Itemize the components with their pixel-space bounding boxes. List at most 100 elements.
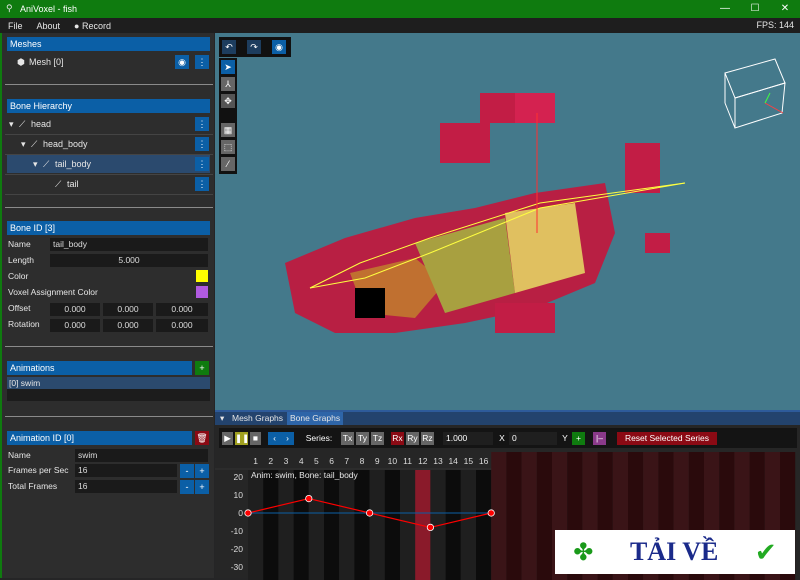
expand-arrow-icon[interactable]: ▾ xyxy=(33,155,38,173)
play-icon[interactable]: ▶ xyxy=(222,432,233,445)
app-icon: ⚲ xyxy=(6,3,13,13)
y-value-input[interactable]: 0 xyxy=(509,432,557,445)
animations-list: [0] swim xyxy=(7,377,210,401)
series-ty-button[interactable]: Ty xyxy=(356,432,369,445)
watermark-logo: ✤ TẢI VỀ ✔ xyxy=(555,530,795,574)
graph-tabs: ▾ Mesh Graphs Bone Graphs xyxy=(215,412,800,425)
expand-arrow-icon[interactable]: ▾ xyxy=(9,115,14,133)
fps-input[interactable]: 16 xyxy=(75,464,177,477)
mesh-item[interactable]: ⬢ Mesh [0] ◉ ⋮ xyxy=(7,53,210,71)
more-icon[interactable]: ⋮ xyxy=(195,157,209,171)
prev-frame-icon[interactable]: ‹ xyxy=(268,432,281,445)
offset-z-input[interactable]: 0.000 xyxy=(156,303,208,316)
fps-decrement-button[interactable]: - xyxy=(180,464,194,478)
offset-label: Offset xyxy=(8,303,31,313)
animation-item[interactable]: [0] swim xyxy=(7,377,210,389)
bone-color-swatch[interactable] xyxy=(196,270,208,282)
window-title: AniVoxel - fish xyxy=(20,4,78,14)
bone-label: tail xyxy=(67,179,79,189)
more-icon[interactable]: ⋮ xyxy=(195,177,209,191)
expand-arrow-icon[interactable]: ▾ xyxy=(21,135,26,153)
add-keyframe-button[interactable]: + xyxy=(572,432,585,445)
series-rx-button[interactable]: Rx xyxy=(391,432,404,445)
total-frames-input[interactable]: 16 xyxy=(75,480,177,493)
menu-about[interactable]: About xyxy=(37,21,61,31)
bone-item[interactable]: ⟋ tail ⋮ xyxy=(7,175,210,193)
animations-header: Animations xyxy=(7,361,192,375)
y-tick-label: -30 xyxy=(231,562,244,572)
bone-label: head xyxy=(31,119,52,129)
frame-label: 7 xyxy=(344,456,349,466)
total-frames-label: Total Frames xyxy=(8,481,58,491)
more-icon[interactable]: ⋮ xyxy=(195,55,209,69)
series-tx-button[interactable]: Tx xyxy=(341,432,354,445)
frame-column xyxy=(354,470,370,580)
fps-increment-button[interactable]: + xyxy=(195,464,209,478)
frame-column xyxy=(384,470,400,580)
menu-file[interactable]: File xyxy=(8,21,23,31)
maximize-button[interactable]: ☐ xyxy=(740,0,770,18)
mesh-label: Mesh [0] xyxy=(29,57,64,67)
frame-column xyxy=(263,470,279,580)
frame-column xyxy=(369,470,385,580)
divider xyxy=(5,84,213,85)
menu-record[interactable]: ● Record xyxy=(74,21,111,31)
offset-y-input[interactable]: 0.000 xyxy=(103,303,153,316)
pause-icon[interactable]: ❚❚ xyxy=(235,432,249,445)
bone-item[interactable]: ▾ ⟋ head_body ⋮ xyxy=(7,135,210,153)
more-icon[interactable]: ⋮ xyxy=(195,137,209,151)
3d-viewport[interactable]: ↶ ↷ ◉ ➤ ⅄ ✥ ▦ ⬚ ⁄ xyxy=(215,33,800,410)
minimize-button[interactable]: — xyxy=(710,0,740,18)
reset-series-button[interactable]: Reset Selected Series xyxy=(617,432,717,445)
trash-icon[interactable]: 🗑 xyxy=(195,431,209,445)
check-icon: ✔ xyxy=(754,536,777,567)
bone-item[interactable]: ▾ ⟋ head ⋮ xyxy=(7,115,210,133)
frame-column xyxy=(278,470,294,580)
rotation-label: Rotation xyxy=(8,319,40,329)
eye-icon[interactable]: ◉ xyxy=(175,55,189,69)
frames-increment-button[interactable]: + xyxy=(195,480,209,494)
voxel-assignment-color-label: Voxel Assignment Color xyxy=(8,287,98,297)
rotation-z-input[interactable]: 0.000 xyxy=(156,319,208,332)
frame-column xyxy=(324,470,340,580)
more-icon[interactable]: ⋮ xyxy=(195,117,209,131)
bone-name-input[interactable]: tail_body xyxy=(50,238,208,251)
x-value-input[interactable]: 1.000 xyxy=(443,432,493,445)
series-rz-button[interactable]: Rz xyxy=(421,432,434,445)
frame-label: 2 xyxy=(268,456,273,466)
next-frame-icon[interactable]: › xyxy=(281,432,294,445)
bone-length-input[interactable]: 5.000 xyxy=(50,254,208,267)
rotation-y-input[interactable]: 0.000 xyxy=(103,319,153,332)
frame-label: 14 xyxy=(448,456,458,466)
tab-bone-graphs[interactable]: Bone Graphs xyxy=(287,412,344,425)
rotation-x-input[interactable]: 0.000 xyxy=(50,319,100,332)
cube-icon: ⬢ xyxy=(17,57,25,67)
frame-label: 15 xyxy=(464,456,474,466)
series-ry-button[interactable]: Ry xyxy=(406,432,419,445)
graph-toolbar: ▶ ❚❚ ■ ‹ › Series: Tx Ty Tz Rx Ry Rz 1.0… xyxy=(219,428,797,448)
collapse-icon[interactable]: ▾ xyxy=(217,412,227,425)
close-button[interactable]: ✕ xyxy=(770,0,800,18)
animation-props-header: Animation ID [0] xyxy=(7,431,192,445)
series-tz-button[interactable]: Tz xyxy=(371,432,384,445)
frame-column xyxy=(460,470,476,580)
anim-name-input[interactable]: swim xyxy=(75,449,208,462)
fps-label: Frames per Sec xyxy=(8,465,69,475)
bone-icon: ⟋ xyxy=(55,179,62,189)
stop-icon[interactable]: ■ xyxy=(250,432,261,445)
name-label: Name xyxy=(8,239,31,249)
series-label: Series: xyxy=(305,433,333,443)
out-of-range-column xyxy=(536,452,552,580)
tab-mesh-graphs[interactable]: Mesh Graphs xyxy=(229,412,286,425)
row-divider xyxy=(5,194,213,195)
offset-x-input[interactable]: 0.000 xyxy=(50,303,100,316)
snap-icon[interactable]: |– xyxy=(593,432,606,445)
voxel-scene xyxy=(285,58,786,333)
voxel-assignment-color-swatch[interactable] xyxy=(196,286,208,298)
out-of-range-column xyxy=(521,452,537,580)
frames-decrement-button[interactable]: - xyxy=(180,480,194,494)
add-animation-button[interactable]: + xyxy=(195,361,209,375)
bone-item[interactable]: ▾ ⟋ tail_body ⋮ xyxy=(7,155,210,173)
frame-column xyxy=(445,470,461,580)
bone-icon: ⟋ xyxy=(19,119,26,129)
